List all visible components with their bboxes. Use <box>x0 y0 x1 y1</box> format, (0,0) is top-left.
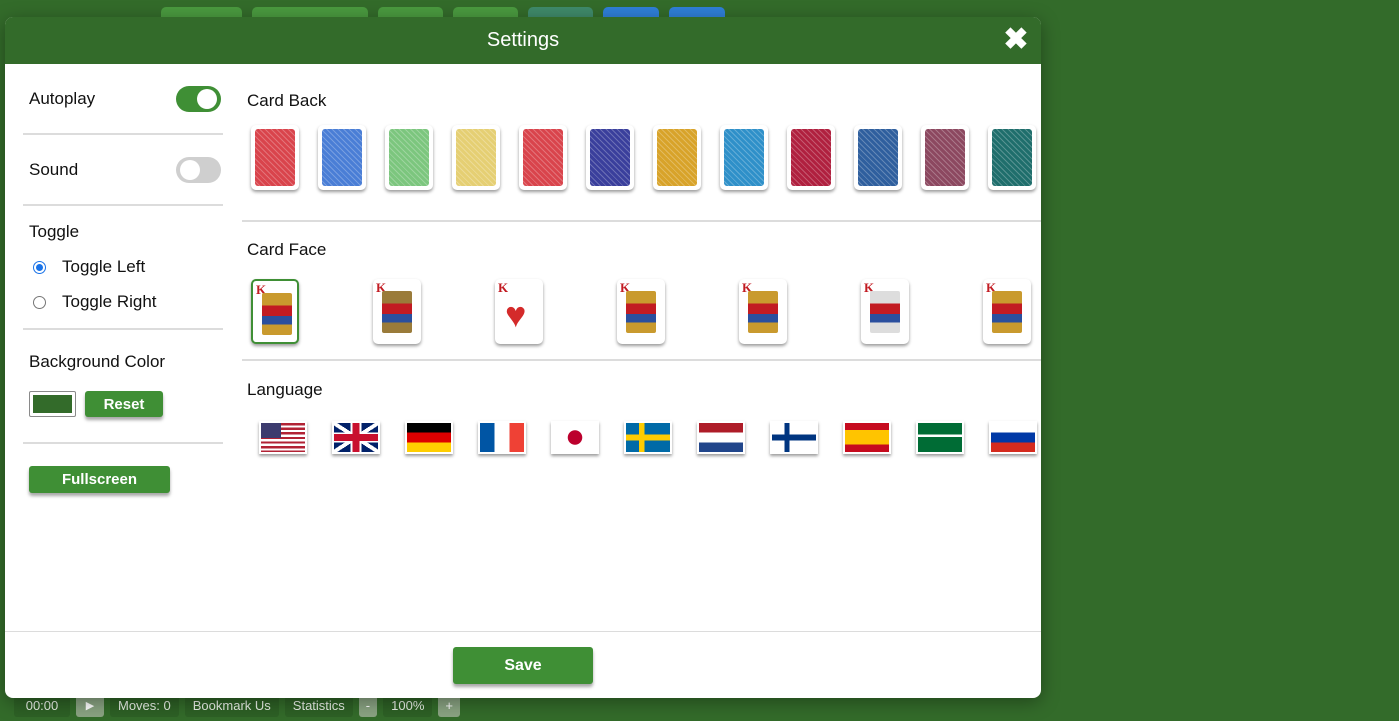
card-face-option[interactable]: K <box>617 279 665 344</box>
toggle-knob <box>197 88 217 109</box>
toggle-right-label: Toggle Right <box>62 292 157 311</box>
background-color-title: Background Color <box>29 352 166 371</box>
toggle-right-radio[interactable] <box>33 295 46 309</box>
fullscreen-button[interactable]: Fullscreen <box>29 466 170 493</box>
card-face-option[interactable]: K <box>983 279 1031 344</box>
card-back-pattern <box>389 129 429 186</box>
card-face-option[interactable]: K ♥ <box>495 279 543 344</box>
card-face-option[interactable]: K <box>251 279 299 344</box>
flag-graphic <box>626 423 670 452</box>
card-back-option[interactable] <box>586 125 634 190</box>
card-back-option[interactable] <box>720 125 768 190</box>
card-back-pattern <box>456 129 496 186</box>
save-button[interactable]: Save <box>453 647 593 684</box>
card-back-option[interactable] <box>385 125 433 190</box>
flag-graphic <box>699 423 743 452</box>
card-back-option[interactable] <box>452 125 500 190</box>
reset-button[interactable]: Reset <box>85 391 163 417</box>
card-back-pattern <box>858 129 898 186</box>
sound-label: Sound <box>29 159 79 179</box>
dialog-footer: Save <box>5 631 1041 698</box>
sound-toggle[interactable] <box>176 156 221 183</box>
card-back-option[interactable] <box>854 125 902 190</box>
sound-row: Sound <box>23 135 223 206</box>
card-back-pattern <box>523 129 563 186</box>
autoplay-row: Autoplay <box>23 64 223 135</box>
card-back-option[interactable] <box>251 125 299 190</box>
settings-left-panel: Autoplay Sound Toggle Toggle Left Toggle… <box>23 64 223 493</box>
flag-jp-icon[interactable] <box>551 421 599 454</box>
toggle-right-option[interactable]: Toggle Right <box>29 292 223 312</box>
flag-graphic <box>845 423 889 452</box>
autoplay-toggle[interactable] <box>176 85 221 112</box>
flag-graphic <box>553 423 597 452</box>
flag-es-icon[interactable] <box>843 421 891 454</box>
king-figure <box>748 291 778 333</box>
card-back-pattern <box>255 129 295 186</box>
card-back-pattern <box>322 129 362 186</box>
toggle-title: Toggle <box>29 222 80 241</box>
flag-graphic <box>480 423 524 452</box>
language-title: Language <box>247 380 323 399</box>
settings-right-panel: Card Back Card Face K K K ♥ K K K K Language <box>242 64 1041 454</box>
king-figure <box>382 291 412 333</box>
king-figure <box>262 293 292 335</box>
card-back-option[interactable] <box>787 125 835 190</box>
card-face-title: Card Face <box>247 240 327 259</box>
background-color-picker[interactable] <box>29 391 76 417</box>
card-face-option[interactable]: K <box>739 279 787 344</box>
toggle-left-radio[interactable] <box>33 260 46 274</box>
toggle-section: Toggle Toggle Left Toggle Right <box>23 206 223 330</box>
flag-fi-icon[interactable] <box>770 421 818 454</box>
flag-canton <box>261 423 281 439</box>
language-section: Language <box>242 361 1041 454</box>
card-face-section: Card Face K K K ♥ K K K K <box>242 222 1041 361</box>
autoplay-label: Autoplay <box>29 88 96 108</box>
settings-dialog: Settings ✖ Autoplay Sound Toggle Toggle … <box>5 17 1041 698</box>
card-back-option[interactable] <box>519 125 567 190</box>
card-face-option[interactable]: K <box>861 279 909 344</box>
flag-graphic <box>334 423 378 452</box>
flag-se-icon[interactable] <box>624 421 672 454</box>
king-figure <box>870 291 900 333</box>
dialog-header: Settings ✖ <box>5 17 1041 64</box>
card-back-section: Card Back <box>242 64 1041 222</box>
flag-graphic <box>261 423 305 452</box>
king-figure <box>626 291 656 333</box>
flag-graphic <box>918 423 962 452</box>
card-back-option[interactable] <box>318 125 366 190</box>
card-back-pattern <box>791 129 831 186</box>
card-back-pattern <box>992 129 1032 186</box>
background-color-section: Background Color Reset <box>23 330 223 444</box>
card-back-title: Card Back <box>247 91 327 110</box>
dialog-title: Settings <box>486 29 560 51</box>
card-back-pattern <box>590 129 630 186</box>
king-figure <box>992 291 1022 333</box>
card-face-option[interactable]: K <box>373 279 421 344</box>
flag-de-icon[interactable] <box>405 421 453 454</box>
flag-us-icon[interactable] <box>259 421 307 454</box>
flag-nl-icon[interactable] <box>697 421 745 454</box>
close-icon[interactable]: ✖ <box>1003 25 1029 55</box>
flag-graphic <box>991 423 1035 452</box>
flag-fr-icon[interactable] <box>478 421 526 454</box>
heart-icon: ♥ <box>505 294 527 335</box>
card-back-pattern <box>925 129 965 186</box>
toggle-left-label: Toggle Left <box>62 257 146 276</box>
flag-ru-icon[interactable] <box>989 421 1037 454</box>
flag-sa-icon[interactable] <box>916 421 964 454</box>
card-back-pattern <box>724 129 764 186</box>
flag-uk-icon[interactable] <box>332 421 380 454</box>
flag-graphic <box>407 423 451 452</box>
card-back-options <box>242 125 1041 190</box>
card-back-option[interactable] <box>988 125 1036 190</box>
card-face-options: K K K ♥ K K K K <box>242 279 1041 344</box>
card-back-option[interactable] <box>921 125 969 190</box>
toggle-knob <box>180 159 200 180</box>
flag-graphic <box>772 423 816 452</box>
card-back-option[interactable] <box>653 125 701 190</box>
language-options <box>242 421 1041 454</box>
card-back-pattern <box>657 129 697 186</box>
toggle-left-option[interactable]: Toggle Left <box>29 257 223 277</box>
